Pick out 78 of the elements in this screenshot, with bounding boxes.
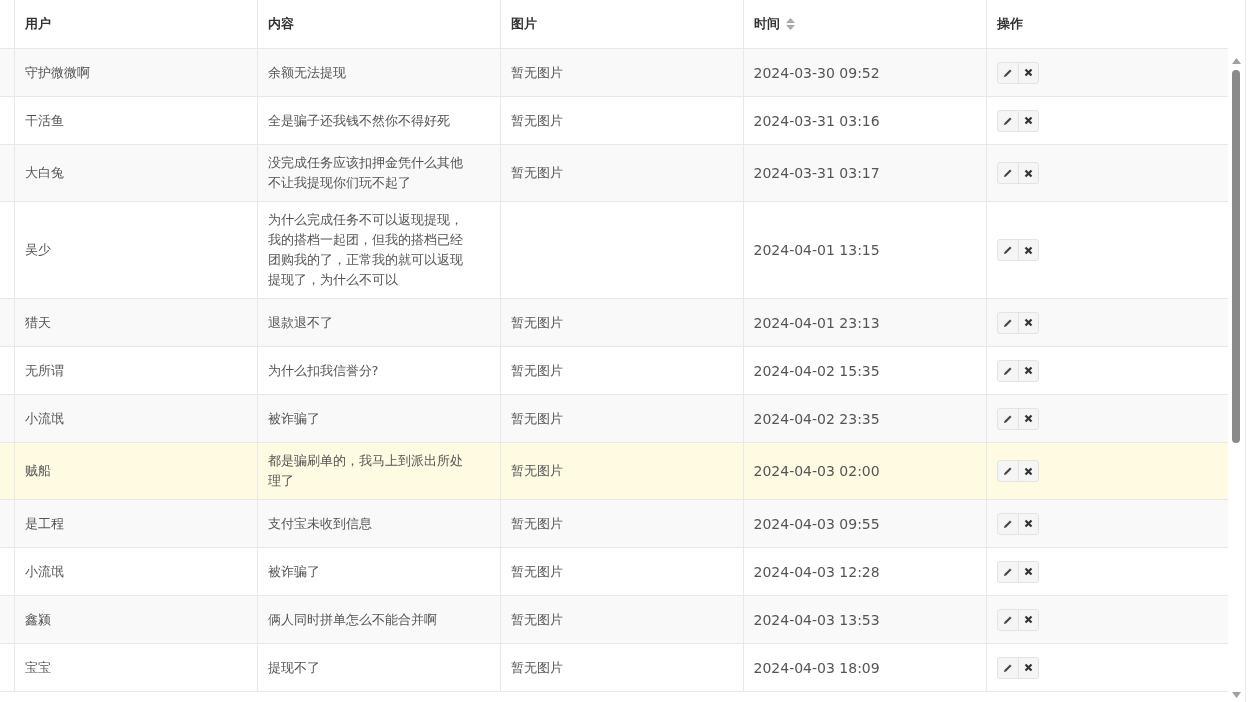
content-cell-text: 为什么完成任务不可以返现提现，我的搭档一起团，但我的搭档已经团购我的了，正常我的就可以返现提现了，为什么不可以 [267, 211, 464, 289]
image-cell: 暂无图片 [510, 515, 563, 531]
close-icon [1023, 567, 1033, 576]
time-cell: 2024-03-30 09:52 [753, 64, 880, 81]
pencil-icon [1002, 168, 1013, 178]
content-cell-text: 被诈骗了 [267, 409, 321, 428]
image-cell: 暂无图片 [510, 563, 563, 579]
user-cell: 大白兔 [14, 144, 257, 202]
user-cell: 守护微微啊 [14, 48, 257, 97]
close-icon [1023, 116, 1033, 125]
pencil-icon [1002, 67, 1013, 78]
content-cell-text: 都是骗刷单的，我马上到派出所处理了 [267, 452, 464, 490]
user-cell: 宝宝 [14, 643, 257, 692]
image-cell: 暂无图片 [510, 64, 563, 80]
scrollbar-thumb[interactable] [1232, 70, 1240, 443]
time-cell: 2024-04-03 13:53 [753, 611, 880, 628]
time-cell: 2024-03-31 03:16 [753, 112, 880, 129]
content-cell-text: 提现不了 [267, 658, 321, 677]
content-cell-text: 全是骗子还我钱不然你不得好死 [267, 111, 451, 130]
user-cell: 鑫颍 [14, 595, 257, 644]
pencil-icon [1002, 317, 1013, 328]
content-cell-text: 余额无法提现 [267, 63, 347, 82]
content-cell-text: 为什么扣我信誉分? [267, 361, 380, 380]
content-cell-text: 俩人同时拼单怎么不能合并啊 [267, 610, 438, 629]
image-cell: 暂无图片 [510, 463, 563, 478]
pencil-icon [1002, 245, 1013, 255]
user-cell: 猎天 [14, 298, 257, 347]
scroll-down-icon[interactable] [1232, 692, 1241, 698]
content-cell-text: 被诈骗了 [267, 562, 321, 581]
time-cell: 2024-04-01 13:15 [753, 242, 880, 258]
column-header: 用户 [14, 0, 257, 49]
close-icon [1023, 366, 1033, 375]
column-header: 内容 [257, 0, 500, 49]
time-cell: 2024-04-02 15:35 [753, 362, 880, 379]
time-cell: 2024-04-02 23:35 [753, 410, 880, 427]
time-cell: 2024-04-01 23:13 [753, 314, 880, 331]
column-header[interactable]: 时间 [743, 0, 986, 49]
pencil-icon [1002, 115, 1013, 126]
image-cell: 暂无图片 [510, 659, 563, 675]
pencil-icon [1002, 466, 1013, 476]
time-cell: 2024-03-31 03:17 [753, 165, 880, 181]
time-cell: 2024-04-03 18:09 [753, 659, 880, 676]
content-cell-text: 退款退不了 [267, 313, 334, 332]
pencil-icon [1002, 413, 1013, 424]
pencil-icon [1002, 365, 1013, 376]
close-icon [1023, 414, 1033, 423]
image-cell: 暂无图片 [510, 410, 563, 426]
close-icon [1023, 318, 1033, 327]
user-cell: 吴少 [14, 201, 257, 299]
image-cell: 暂无图片 [510, 611, 563, 627]
image-cell: 暂无图片 [510, 314, 563, 330]
user-cell: 贼船 [14, 442, 257, 500]
scroll-up-icon[interactable] [1232, 58, 1241, 64]
time-cell: 2024-04-03 09:55 [753, 515, 880, 532]
image-cell: 暂无图片 [510, 112, 563, 128]
time-cell: 2024-04-03 02:00 [753, 463, 880, 479]
close-icon [1023, 68, 1033, 77]
close-icon [1023, 615, 1033, 624]
content-cell-text: 没完成任务应该扣押金凭什么其他不让我提现你们玩不起了 [267, 154, 464, 192]
image-cell: 暂无图片 [510, 362, 563, 378]
close-icon [1023, 466, 1033, 476]
image-cell: 暂无图片 [510, 165, 563, 180]
user-cell: 无所谓 [14, 346, 257, 395]
close-icon [1023, 663, 1033, 672]
close-icon [1023, 245, 1033, 255]
close-icon [1023, 168, 1033, 178]
content-cell-text: 支付宝未收到信息 [267, 514, 373, 533]
pencil-icon [1002, 566, 1013, 577]
pencil-icon [1002, 518, 1013, 529]
column-header: 图片 [500, 0, 743, 49]
user-cell: 干活鱼 [14, 96, 257, 145]
user-cell: 小流氓 [14, 547, 257, 596]
pencil-icon [1002, 662, 1013, 673]
user-cell: 是工程 [14, 499, 257, 548]
pencil-icon [1002, 614, 1013, 625]
close-icon [1023, 519, 1033, 528]
time-cell: 2024-04-03 12:28 [753, 563, 880, 580]
user-cell: 小流氓 [14, 394, 257, 443]
